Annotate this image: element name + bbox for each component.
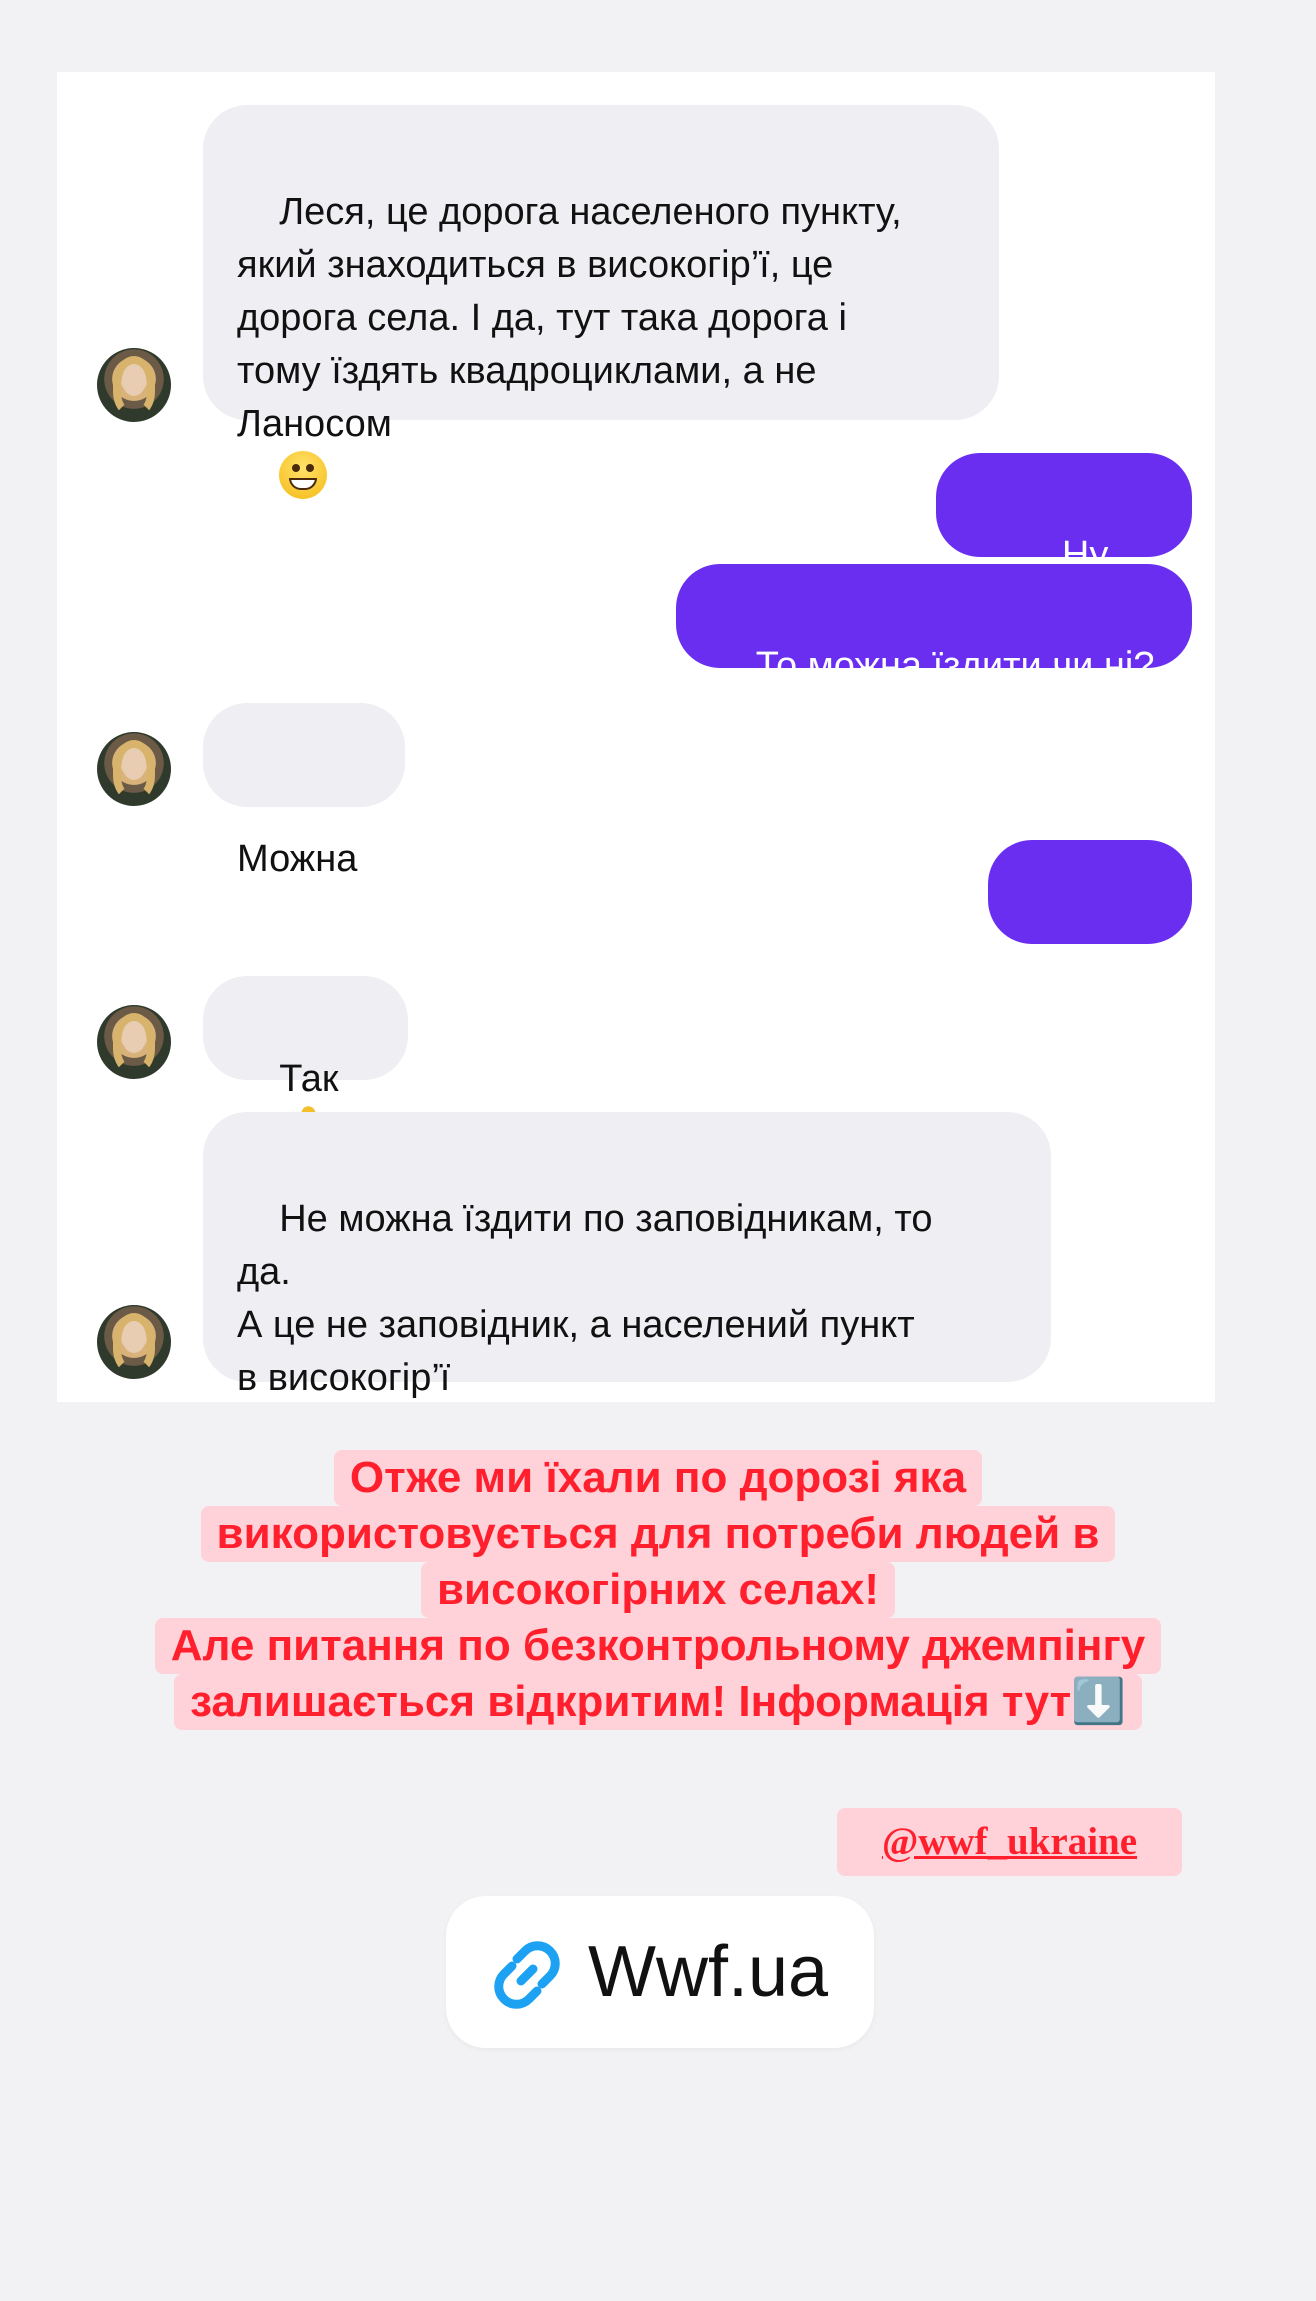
mention-sticker[interactable]: @wwf_ukraine <box>837 1808 1182 1876</box>
message-text: Точно? <box>1028 974 1152 1016</box>
story-caption: Отже ми їхали по дорозі яка використовує… <box>0 1450 1316 1730</box>
message-bubble-incoming: Не можна їздити по заповідникам, то да. … <box>203 1112 1051 1399</box>
contact-avatar <box>97 1005 171 1079</box>
message-text: Не можна їздити по заповідникам, то да. … <box>237 1198 933 1399</box>
link-label: Wwf.ua <box>588 1932 829 2012</box>
link-icon <box>494 1941 560 2009</box>
caption-line: використовується для потреби людей в <box>200 1506 1116 1562</box>
message-text: Леся, це дорога населеного пункту, який … <box>237 191 902 445</box>
grinning-face-icon <box>279 451 328 499</box>
message-text: То можна їздити чи ні? <box>755 645 1155 687</box>
message-bubble-outgoing: Ну бачиш <box>936 453 1192 629</box>
message-bubble-outgoing: То можна їздити чи ні? <box>676 564 1192 687</box>
mention-label: @wwf_ukraine <box>881 1820 1138 1863</box>
caption-line: Але питання по безконтрольному джемпінгу <box>154 1618 1162 1674</box>
caption-line: високогірних селах! <box>421 1562 895 1618</box>
chat-screenshot: Леся, це дорога населеного пункту, який … <box>57 72 1215 1402</box>
caption-line: Отже ми їхали по дорозі яка <box>333 1450 983 1506</box>
message-text: Можна <box>237 838 358 880</box>
avatar-face <box>122 748 146 780</box>
contact-avatar <box>97 348 171 422</box>
contact-avatar <box>97 1305 171 1379</box>
avatar-face <box>122 1321 146 1353</box>
link-sticker[interactable]: Wwf.ua <box>446 1896 874 2048</box>
message-bubble-incoming: Леся, це дорога населеного пункту, який … <box>203 105 999 499</box>
caption-line: залишається відкритим! Інформація тут⬇️ <box>174 1674 1142 1730</box>
avatar-face <box>122 364 146 396</box>
message-bubble-incoming: Можна <box>203 703 405 880</box>
message-bubble-incoming: Так <box>203 976 408 1144</box>
contact-avatar <box>97 732 171 806</box>
message-bubble-outgoing: Точно? <box>988 840 1192 1016</box>
avatar-face <box>122 1021 146 1053</box>
message-text: Так <box>279 1058 339 1100</box>
